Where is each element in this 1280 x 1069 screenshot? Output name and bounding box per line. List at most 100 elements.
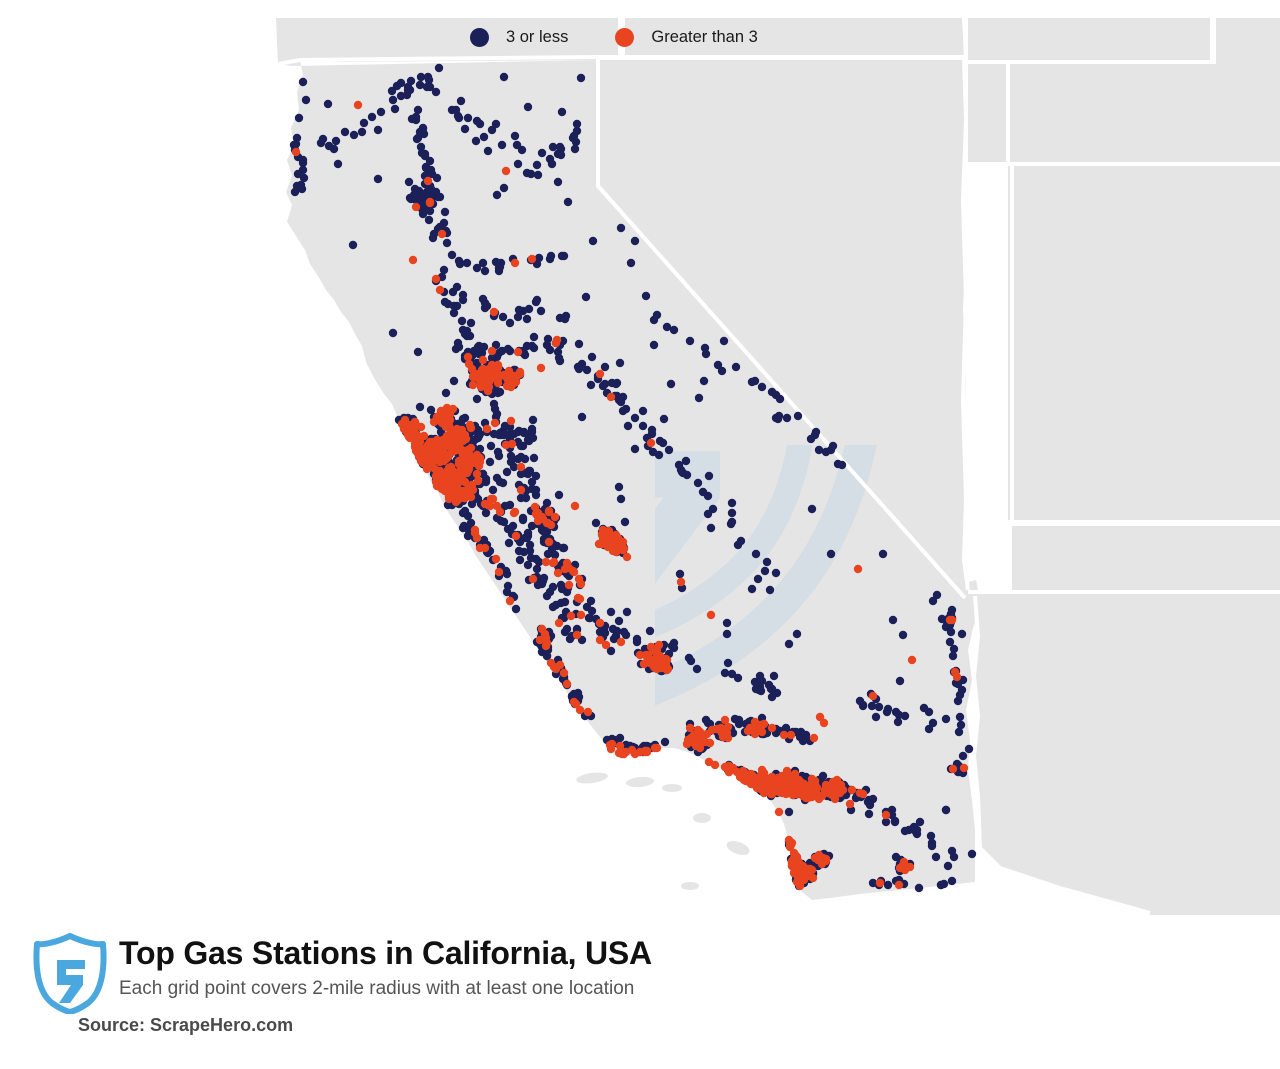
map-data-point[interactable] bbox=[650, 743, 660, 753]
map-data-point[interactable] bbox=[503, 344, 513, 354]
map-data-point[interactable] bbox=[457, 316, 467, 326]
map-data-point[interactable] bbox=[900, 711, 910, 721]
map-data-point[interactable] bbox=[757, 765, 767, 775]
map-data-point[interactable] bbox=[485, 457, 495, 467]
map-data-point[interactable] bbox=[891, 852, 901, 862]
map-data-point[interactable] bbox=[883, 880, 893, 890]
map-data-point[interactable] bbox=[661, 656, 671, 666]
map-data-point[interactable] bbox=[562, 679, 572, 689]
map-data-point[interactable] bbox=[958, 751, 968, 761]
map-data-point[interactable] bbox=[703, 509, 713, 519]
map-data-point[interactable] bbox=[454, 342, 464, 352]
map-data-point[interactable] bbox=[531, 471, 541, 481]
map-data-point[interactable] bbox=[562, 624, 572, 634]
map-data-point[interactable] bbox=[502, 467, 512, 477]
map-data-point[interactable] bbox=[499, 72, 509, 82]
map-data-point[interactable] bbox=[543, 334, 553, 344]
map-data-point[interactable] bbox=[750, 376, 760, 386]
map-data-point[interactable] bbox=[507, 439, 517, 449]
map-data-point[interactable] bbox=[692, 664, 702, 674]
map-data-point[interactable] bbox=[899, 857, 909, 867]
map-data-point[interactable] bbox=[455, 259, 465, 269]
map-data-point[interactable] bbox=[373, 174, 383, 184]
map-data-point[interactable] bbox=[723, 658, 733, 668]
map-data-point[interactable] bbox=[724, 761, 734, 771]
map-data-point[interactable] bbox=[494, 567, 504, 577]
map-data-point[interactable] bbox=[340, 127, 350, 137]
map-data-point[interactable] bbox=[388, 95, 398, 105]
map-data-point[interactable] bbox=[495, 507, 505, 517]
map-data-point[interactable] bbox=[487, 346, 497, 356]
map-data-point[interactable] bbox=[508, 521, 518, 531]
map-data-point[interactable] bbox=[833, 459, 843, 469]
map-data-point[interactable] bbox=[751, 549, 761, 559]
map-data-point[interactable] bbox=[572, 126, 582, 136]
map-data-point[interactable] bbox=[967, 849, 977, 859]
map-data-point[interactable] bbox=[900, 865, 910, 875]
map-data-point[interactable] bbox=[855, 696, 865, 706]
map-data-point[interactable] bbox=[411, 202, 421, 212]
map-data-point[interactable] bbox=[513, 347, 523, 357]
map-data-point[interactable] bbox=[807, 504, 817, 514]
map-data-point[interactable] bbox=[471, 434, 481, 444]
map-data-point[interactable] bbox=[641, 291, 651, 301]
map-data-point[interactable] bbox=[614, 616, 624, 626]
map-data-point[interactable] bbox=[736, 536, 746, 546]
map-data-point[interactable] bbox=[652, 645, 662, 655]
map-data-point[interactable] bbox=[548, 142, 558, 152]
map-data-point[interactable] bbox=[660, 737, 670, 747]
map-data-point[interactable] bbox=[959, 763, 969, 773]
map-data-point[interactable] bbox=[796, 872, 806, 882]
map-data-point[interactable] bbox=[537, 624, 547, 634]
map-data-point[interactable] bbox=[509, 508, 519, 518]
map-data-point[interactable] bbox=[553, 177, 563, 187]
map-data-point[interactable] bbox=[491, 554, 501, 564]
map-data-point[interactable] bbox=[572, 630, 582, 640]
map-data-point[interactable] bbox=[616, 494, 626, 504]
map-data-point[interactable] bbox=[545, 587, 555, 597]
map-data-point[interactable] bbox=[527, 254, 537, 264]
map-data-point[interactable] bbox=[442, 413, 452, 423]
map-data-point[interactable] bbox=[447, 105, 457, 115]
map-data-point[interactable] bbox=[784, 639, 794, 649]
map-data-point[interactable] bbox=[626, 258, 636, 268]
map-data-point[interactable] bbox=[549, 557, 559, 567]
map-data-point[interactable] bbox=[928, 596, 938, 606]
map-data-point[interactable] bbox=[440, 207, 450, 217]
map-data-point[interactable] bbox=[717, 366, 727, 376]
map-data-point[interactable] bbox=[481, 474, 491, 484]
map-data-point[interactable] bbox=[489, 307, 499, 317]
map-data-point[interactable] bbox=[411, 112, 421, 122]
map-data-point[interactable] bbox=[424, 215, 434, 225]
map-data-point[interactable] bbox=[546, 251, 556, 261]
map-data-point[interactable] bbox=[793, 777, 803, 787]
map-data-point[interactable] bbox=[570, 501, 580, 511]
map-data-point[interactable] bbox=[518, 441, 528, 451]
map-data-point[interactable] bbox=[581, 292, 591, 302]
map-data-point[interactable] bbox=[826, 549, 836, 559]
map-data-point[interactable] bbox=[782, 413, 792, 423]
map-data-point[interactable] bbox=[458, 508, 468, 518]
map-data-point[interactable] bbox=[490, 418, 500, 428]
map-data-point[interactable] bbox=[476, 380, 486, 390]
map-data-point[interactable] bbox=[583, 707, 593, 717]
map-data-point[interactable] bbox=[753, 574, 763, 584]
map-data-point[interactable] bbox=[423, 440, 433, 450]
map-data-point[interactable] bbox=[525, 540, 535, 550]
map-data-point[interactable] bbox=[727, 508, 737, 518]
map-data-point[interactable] bbox=[638, 421, 648, 431]
map-data-point[interactable] bbox=[490, 363, 500, 373]
map-data-point[interactable] bbox=[947, 876, 957, 886]
map-data-point[interactable] bbox=[460, 124, 470, 134]
map-data-point[interactable] bbox=[786, 730, 796, 740]
map-data-point[interactable] bbox=[706, 523, 716, 533]
map-data-point[interactable] bbox=[757, 382, 767, 392]
map-data-point[interactable] bbox=[404, 177, 414, 187]
map-data-point[interactable] bbox=[406, 76, 416, 86]
map-data-point[interactable] bbox=[616, 746, 626, 756]
map-data-point[interactable] bbox=[612, 378, 622, 388]
map-data-point[interactable] bbox=[545, 345, 555, 355]
map-data-point[interactable] bbox=[569, 697, 579, 707]
map-data-point[interactable] bbox=[818, 771, 828, 781]
map-data-point[interactable] bbox=[777, 788, 787, 798]
